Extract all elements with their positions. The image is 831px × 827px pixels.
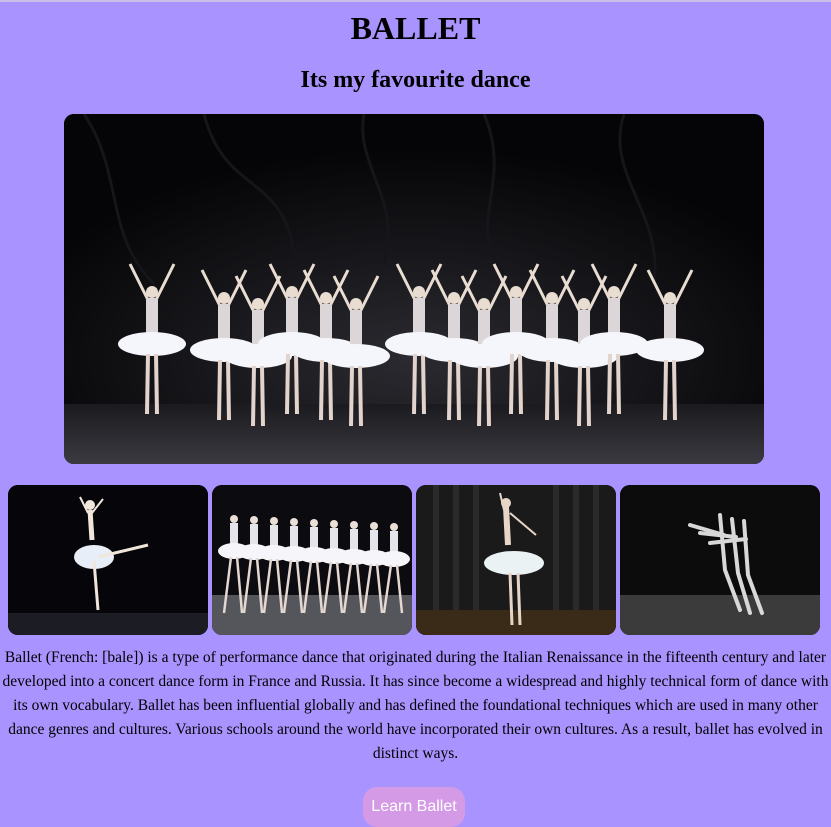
page-subtitle: Its my favourite dance xyxy=(300,67,531,93)
hero-ballet-illustration xyxy=(64,114,764,464)
thumbnail-ballerina-pointe-curtain xyxy=(416,485,616,635)
thumbnail-ballerina-arabesque xyxy=(8,485,208,635)
learn-ballet-button[interactable]: Learn Ballet xyxy=(363,787,465,827)
hero-ballet-image xyxy=(64,114,764,464)
page-title: BALLET xyxy=(350,10,481,46)
ballet-description: Ballet (French: [bale]) is a type of per… xyxy=(2,649,829,762)
thumbnail-swan-lake-line xyxy=(212,485,412,635)
thumbnail-monochrome-dancers xyxy=(620,485,820,635)
